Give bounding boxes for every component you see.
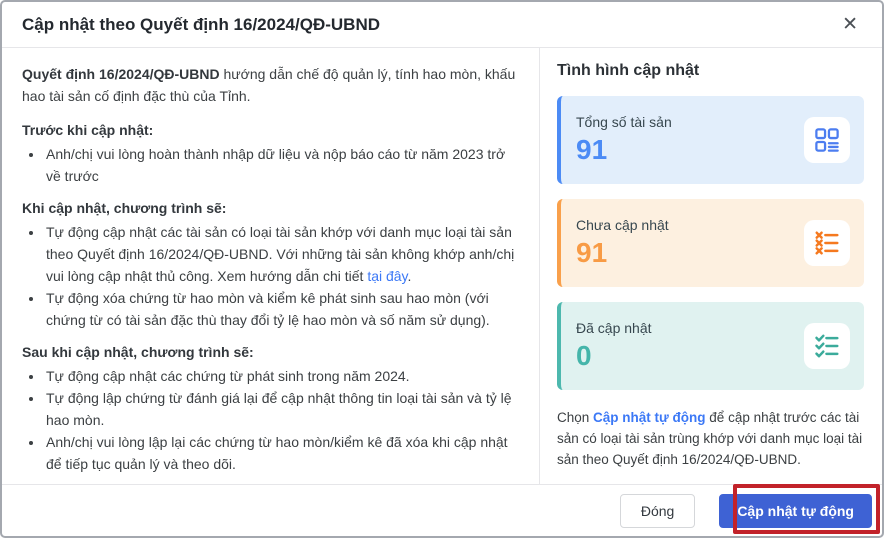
stat-value: 91 [576,134,608,165]
list-item: Tự động cập nhật các chứng từ phát sinh … [44,365,521,387]
list-item: Tự động cập nhật các tài sản có loại tài… [44,221,521,287]
before-update-heading: Trước khi cập nhật: [22,122,154,138]
stat-value: 91 [576,237,608,268]
x-list-icon [804,220,850,266]
help-link[interactable]: tại đây [367,268,407,284]
stat-label: Đã cập nhật [576,320,652,336]
auto-update-link[interactable]: Cập nhật tự động [593,410,706,425]
intro-paragraph: Quyết định 16/2024/QĐ-UBND hướng dẫn chế… [22,63,521,107]
after-update-list: Tự động cập nhật các chứng từ phát sinh … [22,365,521,475]
intro-decision-name: Quyết định 16/2024/QĐ-UBND [22,66,220,82]
after-update-heading: Sau khi cập nhật, chương trình sẽ: [22,344,254,360]
dialog-footer: Đóng Cập nhật tự động [2,484,882,536]
dialog-title: Cập nhật theo Quyết định 16/2024/QĐ-UBND [22,14,380,34]
stat-label: Tổng số tài sản [576,114,672,130]
list-item-text: . [407,268,412,284]
stat-label: Chưa cập nhật [576,217,669,233]
list-item: Tự động lập chứng từ đánh giá lại để cập… [44,387,521,431]
total-assets-card: Tổng số tài sản 91 [557,96,864,184]
note-text: Chọn [557,410,594,425]
close-icon[interactable]: ✕ [838,13,862,36]
dialog-body: Quyết định 16/2024/QĐ-UBND hướng dẫn chế… [2,48,882,484]
auto-update-button[interactable]: Cập nhật tự động [719,493,872,528]
before-update-list: Anh/chị vui lòng hoàn thành nhập dữ liệu… [22,143,521,187]
list-item: Anh/chị vui lòng hoàn thành nhập dữ liệu… [44,143,521,187]
list-item: Anh/chị vui lòng lập lại các chứng từ ha… [44,431,521,475]
grid-list-icon [804,117,850,163]
updated-card: Đã cập nhật 0 [557,302,864,390]
stat-value: 0 [576,340,592,371]
list-item-text: Tự động cập nhật các tài sản có loại tài… [46,224,515,284]
update-decision-dialog: Cập nhật theo Quyết định 16/2024/QĐ-UBND… [0,0,884,538]
update-status-panel: Tình hình cập nhật Tổng số tài sản 91 Ch… [540,48,882,484]
not-updated-card: Chưa cập nhật 91 [557,199,864,287]
instructions-section: Quyết định 16/2024/QĐ-UBND hướng dẫn chế… [2,48,539,484]
list-item: Tự động xóa chứng từ hao mòn và kiểm kê … [44,287,521,331]
close-button[interactable]: Đóng [619,493,696,528]
during-update-list: Tự động cập nhật các tài sản có loại tài… [22,221,521,331]
panel-note: Chọn Cập nhật tự động để cập nhật trước … [557,407,864,470]
dialog-header: Cập nhật theo Quyết định 16/2024/QĐ-UBND… [2,2,882,48]
status-panel-title: Tình hình cập nhật [557,62,700,79]
during-update-heading: Khi cập nhật, chương trình sẽ: [22,200,227,216]
check-list-icon [804,323,850,369]
